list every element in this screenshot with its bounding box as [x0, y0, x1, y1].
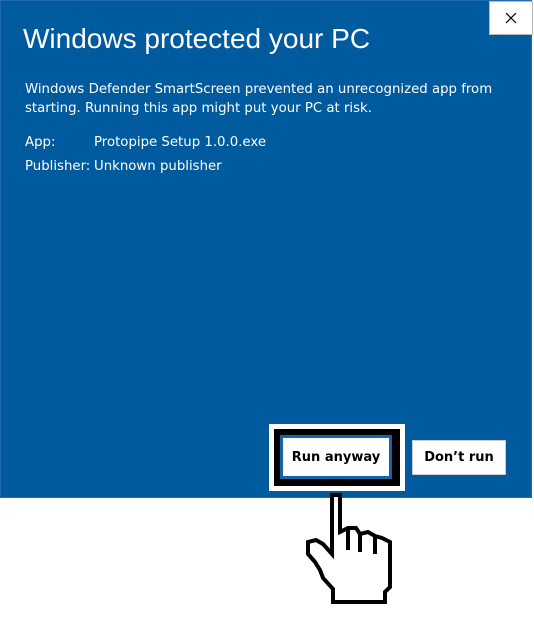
smartscreen-dialog: Windows protected your PC Windows Defend…	[0, 0, 533, 498]
page: Windows protected your PC Windows Defend…	[0, 0, 534, 630]
publisher-label: Publisher:	[25, 159, 91, 174]
app-label: App:	[25, 135, 56, 150]
dialog-title: Windows protected your PC	[23, 23, 371, 54]
dont-run-button[interactable]: Don’t run	[412, 440, 506, 475]
publisher-value: Unknown publisher	[94, 159, 222, 174]
warning-message: Windows Defender SmartScreen prevented a…	[25, 82, 493, 116]
hand-pointer-cursor-icon	[306, 493, 392, 604]
app-value: Protopipe Setup 1.0.0.exe	[94, 135, 267, 150]
run-anyway-button[interactable]: Run anyway	[280, 435, 392, 479]
publisher-info-row: Publisher: Unknown publisher	[25, 158, 222, 176]
close-icon	[505, 12, 517, 24]
app-info-row: App: Protopipe Setup 1.0.0.exe	[25, 134, 266, 152]
close-button[interactable]	[489, 1, 533, 35]
